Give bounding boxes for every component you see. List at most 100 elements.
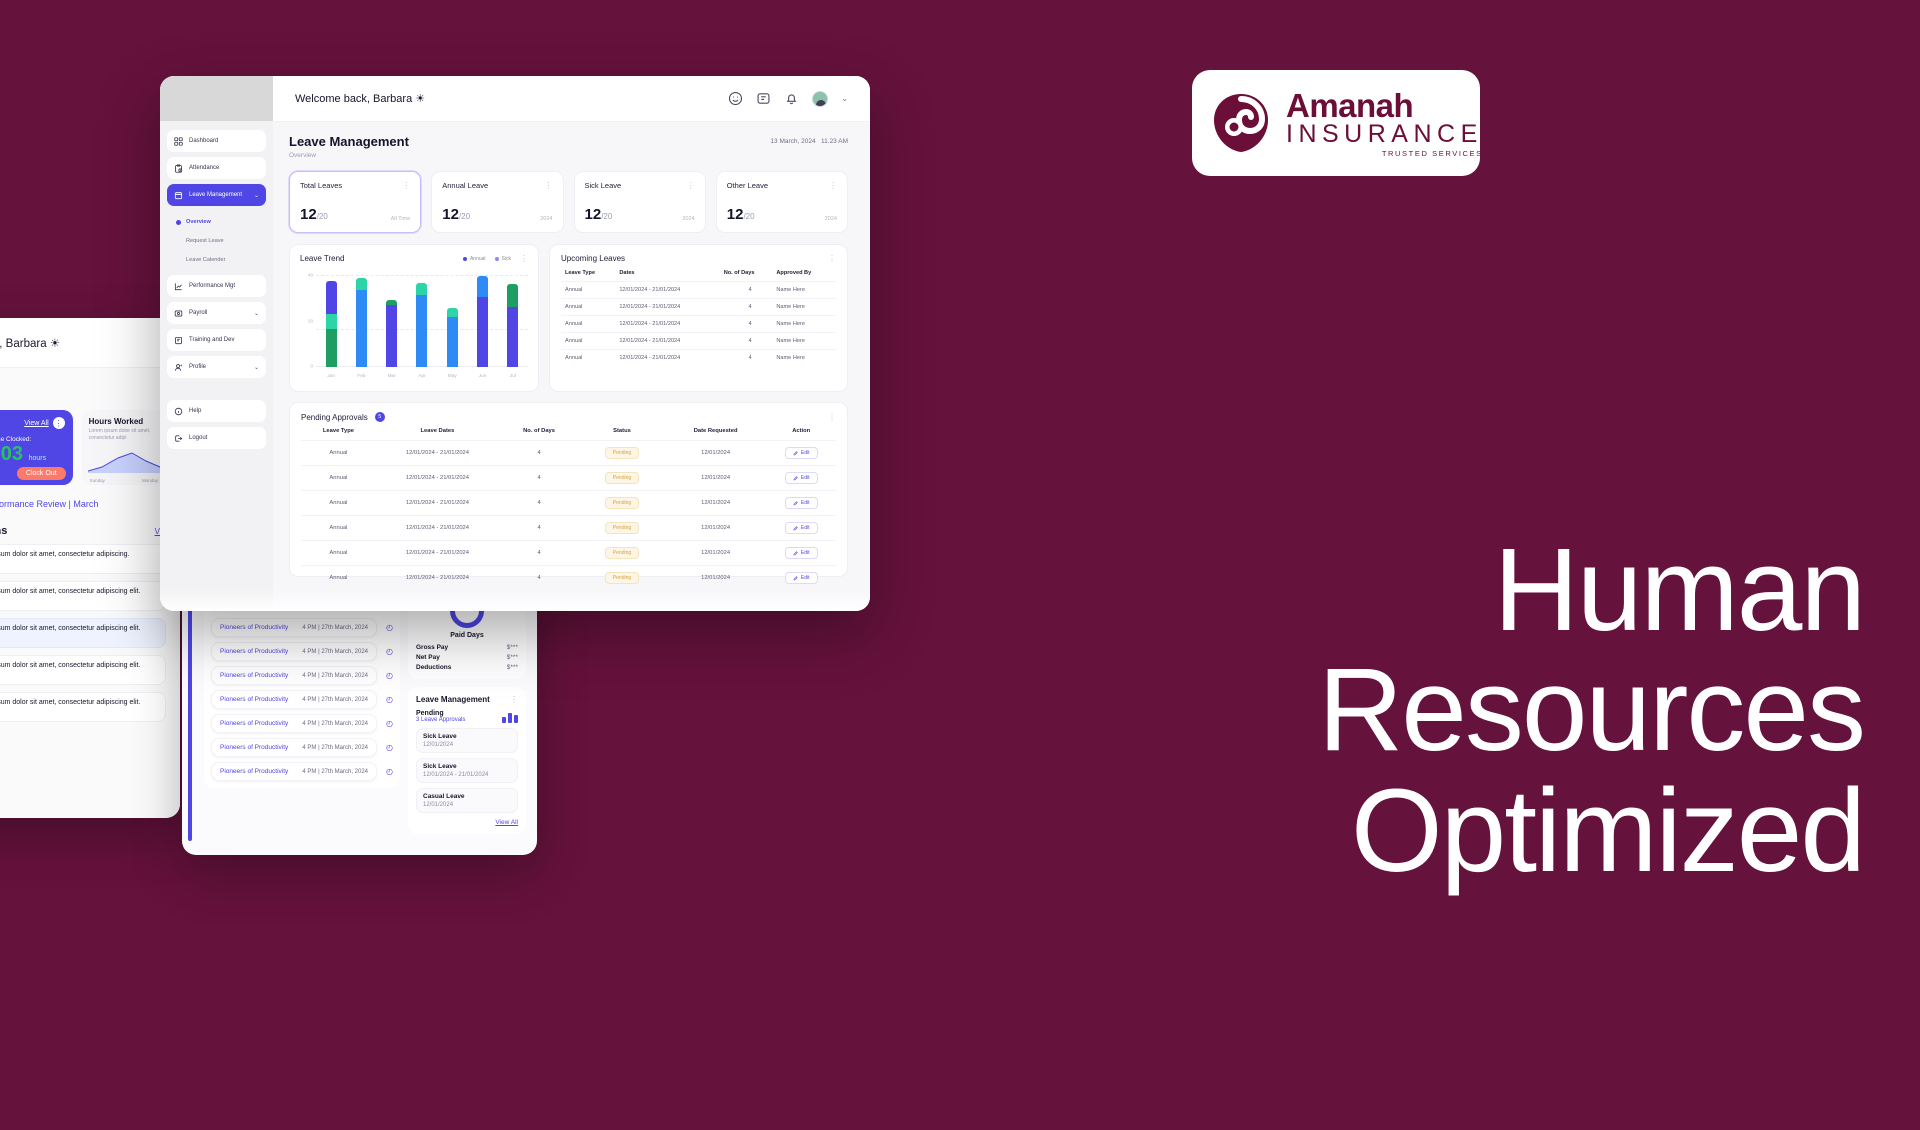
notification-item[interactable]: m ipsum dolor sit amet, consectetur adip…	[0, 581, 166, 611]
chart-bar-mar	[386, 271, 398, 367]
sidebar-item-label: Logout	[189, 435, 208, 441]
sidebar-item-help[interactable]: Help	[167, 400, 266, 422]
avatar[interactable]	[812, 90, 829, 107]
kebab-menu-icon[interactable]: ⋮	[828, 254, 836, 263]
sidebar-item-leave-management[interactable]: Leave Management ⌄	[167, 184, 266, 206]
legend-label: Annual	[469, 255, 486, 262]
sidebar-subitem-overview[interactable]: Overview	[167, 214, 266, 230]
stat-card-annual-leave[interactable]: Annual Leave ⋮ 12/20 2024	[431, 171, 564, 233]
chart-x-axis: Jan Feb Mar Apr May Jun Jul	[316, 369, 528, 383]
past-task-row[interactable]: Pioneers of Productivity 4 PM | 27th Marc…	[211, 690, 393, 709]
clock-out-button[interactable]: Clock Out	[16, 467, 66, 480]
stat-card-other-leave[interactable]: Other Leave ⋮ 12/20 2024	[715, 171, 848, 233]
leave-trend-bar-chart: 40 20 0 Jan Feb Mar Apr May Jun Jul	[300, 271, 528, 383]
leave-list-item[interactable]: Sick Leave 12/01/2024	[416, 728, 518, 753]
sidebar-item-payroll[interactable]: Payroll ⌄	[167, 302, 266, 324]
main-content: Leave Management Overview 13 March, 2024…	[273, 122, 870, 611]
stat-card-total-leaves[interactable]: Total Leaves ⋮ 12/20 All Time	[289, 171, 422, 233]
past-task-row[interactable]: Pioneers of Productivity 4 PM | 27th Marc…	[211, 666, 393, 685]
stat-total: /20	[316, 212, 328, 221]
table-row[interactable]: Annual 12/01/2024 - 21/01/2024 4 Pending…	[301, 490, 836, 516]
chevron-down-icon[interactable]: ⌄	[254, 310, 259, 317]
past-task-row[interactable]: Pioneers of Productivity 4 PM | 27th Marc…	[211, 738, 393, 757]
table-row[interactable]: Annual 12/01/2024 - 21/01/2024 4 Name He…	[561, 298, 836, 316]
sidebar-item-attendance[interactable]: Attendance	[167, 157, 266, 179]
kebab-menu-icon[interactable]: ⋮	[828, 413, 836, 422]
upcoming-leaves-table: Leave Type Dates No. of Days Approved By…	[561, 270, 836, 366]
sidebar-item-logout[interactable]: Logout	[167, 427, 266, 449]
edit-button[interactable]: Edit	[784, 547, 818, 559]
edit-button[interactable]: Edit	[784, 572, 818, 584]
kebab-menu-icon[interactable]: ⋮	[687, 181, 695, 190]
sidebar-subitem-leave-calender[interactable]: Leave Calender	[167, 252, 266, 268]
edit-button[interactable]: Edit	[784, 447, 818, 459]
spark-label-0: Sunday	[89, 478, 105, 483]
table-row[interactable]: Annual 12/01/2024 - 21/01/2024 4 Name He…	[561, 281, 836, 299]
edit-button[interactable]: Edit	[784, 522, 818, 534]
chart-y-axis: 40 20 0	[300, 271, 315, 368]
table-row[interactable]: Annual 12/01/2024 - 21/01/2024 4 Pending…	[301, 465, 836, 491]
bell-icon[interactable]	[784, 91, 799, 106]
col-leave-type: Leave Type	[565, 270, 596, 276]
kebab-menu-icon[interactable]: ⋮	[829, 181, 837, 190]
chevron-down-icon[interactable]: ⌄	[841, 94, 848, 103]
status-badge: Pending	[604, 497, 640, 509]
past-task-row[interactable]: Pioneers of Productivity 4 PM | 27th Marc…	[211, 714, 393, 733]
kebab-menu-icon[interactable]: ⋮	[510, 695, 518, 704]
pencil-icon	[793, 550, 798, 555]
pending-count-badge: 5	[374, 412, 385, 422]
notification-time: s ago	[0, 561, 157, 567]
performance-review-link[interactable]: g Performance Review | March	[0, 499, 166, 509]
info-icon	[174, 407, 183, 416]
past-task-row[interactable]: Pioneers of Productivity 4 PM | 27th Marc…	[211, 642, 393, 661]
table-row[interactable]: Annual 12/01/2024 - 21/01/2024 4 Pending…	[301, 565, 836, 590]
notification-item[interactable]: m ipsum dolor sit amet, consectetur adip…	[0, 692, 166, 722]
payroll-row: Deductions $***	[416, 664, 518, 671]
sidebar-subitem-request-leave[interactable]: Request Leave	[167, 233, 266, 249]
past-task-row[interactable]: Pioneers of Productivity 4 PM | 27th Marc…	[211, 618, 393, 637]
user-icon	[174, 363, 183, 372]
sidebar-item-profile[interactable]: Profile ⌄	[167, 356, 266, 378]
clock-view-all-link[interactable]: View All	[24, 420, 48, 427]
hours-worked-subtitle: Lorem ipsum dolor sit amet, consectetur …	[88, 428, 151, 441]
kebab-menu-icon[interactable]: ⋮	[545, 181, 553, 190]
task-time: 4 PM | 27th March, 2024	[302, 768, 369, 775]
chevron-down-icon[interactable]: ⌄	[254, 364, 259, 371]
sidebar-item-training-and-dev[interactable]: Training and Dev	[167, 329, 266, 351]
sidebar-item-performance-mgt[interactable]: Performance Mgt	[167, 275, 266, 297]
leave-list-item[interactable]: Casual Leave 12/01/2024	[416, 788, 518, 813]
table-row[interactable]: Annual 12/01/2024 - 21/01/2024 4 Name He…	[561, 349, 836, 366]
kebab-menu-icon[interactable]: ⋮	[520, 254, 528, 263]
kebab-menu-icon[interactable]: ⋮	[52, 417, 65, 429]
past-task-row[interactable]: Pioneers of Productivity 4 PM | 27th Marc…	[211, 762, 393, 781]
notification-item[interactable]: m ipsum dolor sit amet, consectetur adip…	[0, 544, 166, 574]
chevron-down-icon[interactable]: ⌄	[254, 192, 259, 199]
task-name: Pioneers of Productivity	[220, 696, 289, 703]
cell-date-requested: 12/01/2024	[664, 565, 767, 590]
table-row[interactable]: Annual 12/01/2024 - 21/01/2024 4 Name He…	[561, 315, 836, 333]
cell-dates: 12/01/2024 - 21/01/2024	[619, 332, 724, 350]
kebab-menu-icon[interactable]: ⋮	[402, 181, 410, 190]
table-row[interactable]: Annual 12/01/2024 - 21/01/2024 4 Pending…	[301, 540, 836, 566]
cell-approved-by: Name Here	[776, 281, 836, 299]
smiley-icon[interactable]	[728, 91, 743, 106]
clock-in-card[interactable]: d In View All ⋮ Time Clocked: 3:03 hours…	[0, 410, 73, 485]
notification-item[interactable]: m ipsum dolor sit amet, consectetur adip…	[0, 618, 166, 648]
table-row[interactable]: Annual 12/01/2024 - 21/01/2024 4 Pending…	[301, 515, 836, 541]
edit-button[interactable]: Edit	[784, 497, 818, 509]
stat-card-sick-leave[interactable]: Sick Leave ⋮ 12/20 2024	[573, 171, 706, 233]
table-row[interactable]: Annual 12/01/2024 - 21/01/2024 4 Pending…	[301, 440, 836, 466]
notification-item[interactable]: m ipsum dolor sit amet, consectetur adip…	[0, 655, 166, 685]
edit-button[interactable]: Edit	[784, 472, 818, 484]
inbox-icon[interactable]	[756, 91, 771, 106]
cell-leave-dates: 12/01/2024 - 21/01/2024	[375, 515, 499, 541]
status-badge: Pending	[604, 572, 640, 584]
task-time: 4 PM | 27th March, 2024	[302, 744, 369, 751]
leave-list-item[interactable]: Sick Leave 12/01/2024 - 21/01/2024	[416, 758, 518, 783]
leave-view-all-link[interactable]: View All	[416, 819, 518, 826]
window-accent-bar	[188, 596, 192, 841]
table-row[interactable]: Annual 12/01/2024 - 21/01/2024 4 Name He…	[561, 332, 836, 350]
col-leave-type: Leave Type	[322, 428, 355, 434]
sidebar-item-dashboard[interactable]: Dashboard	[167, 130, 266, 152]
sidebar-item-label: Dashboard	[189, 138, 219, 144]
